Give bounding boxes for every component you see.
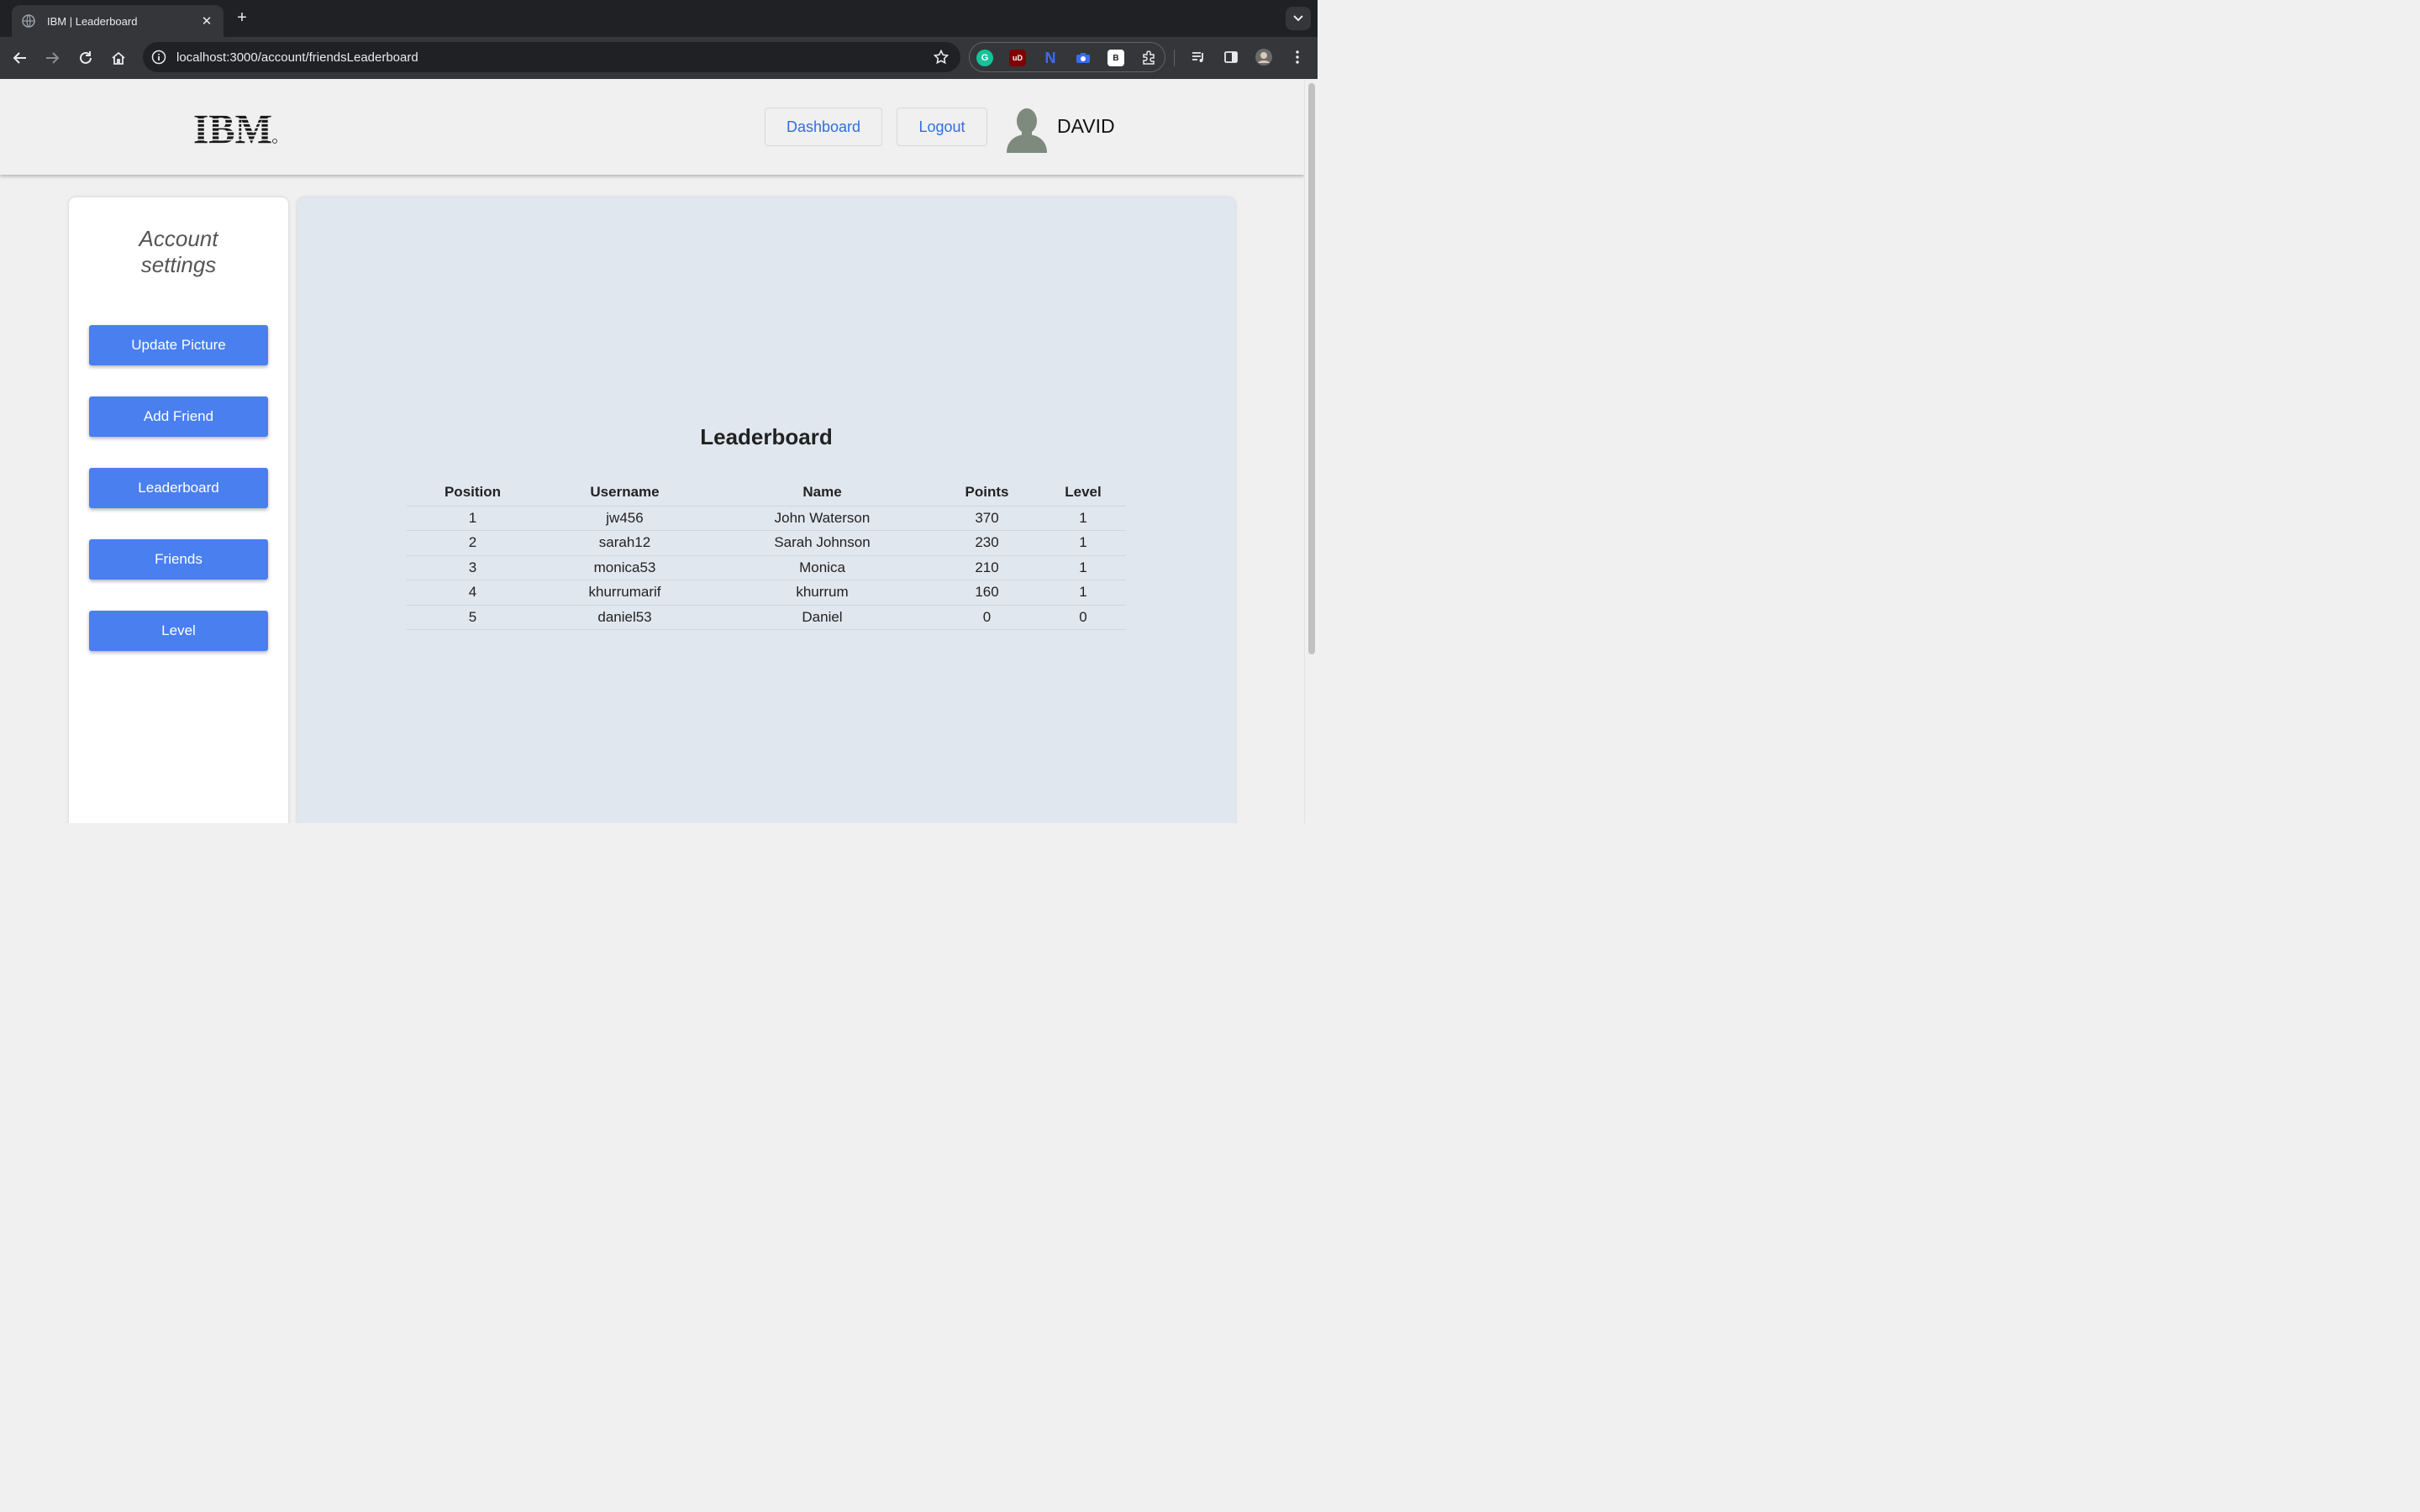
cell-level: 0 <box>1040 605 1126 630</box>
site-header: IBM Dashboard Logout DAVID <box>0 80 1304 175</box>
update-picture-button[interactable]: Update Picture <box>89 325 268 365</box>
page-viewport: IBM Dashboard Logout DAVID Account setti… <box>0 80 1318 823</box>
cell-level: 1 <box>1040 506 1126 531</box>
cell-points: 160 <box>934 580 1040 606</box>
cell-username: monica53 <box>539 555 711 580</box>
account-settings-panel: Account settings Update Picture Add Frie… <box>69 197 288 823</box>
table-row: 1 jw456 John Waterson 370 1 <box>407 506 1126 531</box>
page-scrollbar[interactable] <box>1304 80 1318 823</box>
logout-button[interactable]: Logout <box>897 108 987 146</box>
media-queue-icon[interactable] <box>1188 47 1208 67</box>
ublock-icon[interactable]: uD <box>1009 50 1026 66</box>
dashboard-button[interactable]: Dashboard <box>765 108 882 146</box>
bookmark-star-icon[interactable] <box>932 50 950 65</box>
friends-button[interactable]: Friends <box>89 539 268 580</box>
cell-name: Sarah Johnson <box>711 530 934 556</box>
tab-title: IBM | Leaderboard <box>47 14 138 28</box>
leaderboard-button[interactable]: Leaderboard <box>89 468 268 508</box>
cell-position: 5 <box>407 605 539 630</box>
browser-tab-strip: IBM | Leaderboard ✕ + <box>0 0 1318 37</box>
forward-icon[interactable] <box>41 47 63 69</box>
column-header-points: Points <box>934 480 1040 507</box>
table-row: 3 monica53 Monica 210 1 <box>407 555 1126 580</box>
table-row: 2 sarah12 Sarah Johnson 230 1 <box>407 530 1126 556</box>
extensions-puzzle-icon[interactable] <box>1140 50 1157 66</box>
toolbar-divider <box>1174 50 1175 66</box>
cell-name: khurrum <box>711 580 934 606</box>
table-row: 5 daniel53 Daniel 0 0 <box>407 605 1126 630</box>
column-header-username: Username <box>539 480 711 507</box>
b-extension-icon[interactable]: B <box>1107 50 1124 66</box>
grammarly-icon[interactable]: G <box>976 50 993 66</box>
table-row: 4 khurrumarif khurrum 160 1 <box>407 580 1126 606</box>
cell-username: khurrumarif <box>539 580 711 606</box>
cell-name: Monica <box>711 555 934 580</box>
leaderboard-table: Position Username Name Points Level 1 jw… <box>407 480 1126 630</box>
cell-level: 1 <box>1040 555 1126 580</box>
browser-tab[interactable]: IBM | Leaderboard ✕ <box>12 5 224 37</box>
cell-position: 4 <box>407 580 539 606</box>
cell-points: 230 <box>934 530 1040 556</box>
extensions-group: G uD N B <box>969 42 1165 72</box>
side-panel-icon[interactable] <box>1221 47 1241 67</box>
address-bar[interactable]: localhost:3000/account/friendsLeaderboar… <box>143 42 960 72</box>
account-settings-title: Account settings <box>139 226 218 277</box>
level-button[interactable]: Level <box>89 611 268 651</box>
new-tab-icon[interactable]: + <box>232 8 252 29</box>
scrollbar-thumb[interactable] <box>1308 83 1315 654</box>
browser-toolbar: localhost:3000/account/friendsLeaderboar… <box>0 37 1318 79</box>
cell-username: daniel53 <box>539 605 711 630</box>
cell-name: John Waterson <box>711 506 934 531</box>
profile-avatar-icon[interactable] <box>1254 47 1274 67</box>
svg-text:IBM: IBM <box>193 112 272 145</box>
camera-icon[interactable] <box>1075 50 1092 66</box>
cell-username: jw456 <box>539 506 711 531</box>
back-icon[interactable] <box>9 47 31 69</box>
cell-position: 3 <box>407 555 539 580</box>
cell-position: 2 <box>407 530 539 556</box>
cell-points: 370 <box>934 506 1040 531</box>
cell-username: sarah12 <box>539 530 711 556</box>
globe-icon <box>22 14 35 28</box>
avatar[interactable] <box>1005 106 1049 153</box>
site-info-icon[interactable] <box>151 50 166 65</box>
reload-icon[interactable] <box>75 47 97 69</box>
cell-points: 210 <box>934 555 1040 580</box>
add-friend-button[interactable]: Add Friend <box>89 396 268 437</box>
cell-position: 1 <box>407 506 539 531</box>
leaderboard-title: Leaderboard <box>700 424 833 449</box>
leaderboard-panel: Leaderboard Position Username Name Point… <box>297 197 1235 823</box>
column-header-level: Level <box>1040 480 1126 507</box>
cell-level: 1 <box>1040 580 1126 606</box>
url-text: localhost:3000/account/friendsLeaderboar… <box>176 50 418 65</box>
home-icon[interactable] <box>108 47 129 69</box>
tab-search-icon[interactable] <box>1286 7 1311 30</box>
column-header-name: Name <box>711 480 934 507</box>
table-header-row: Position Username Name Points Level <box>407 480 1126 507</box>
ibm-logo[interactable]: IBM <box>193 112 279 145</box>
column-header-position: Position <box>407 480 539 507</box>
cell-level: 1 <box>1040 530 1126 556</box>
n-extension-icon[interactable]: N <box>1042 50 1059 66</box>
username: DAVID <box>1057 115 1115 137</box>
cell-points: 0 <box>934 605 1040 630</box>
cell-name: Daniel <box>711 605 934 630</box>
browser-menu-icon[interactable] <box>1287 47 1307 67</box>
close-tab-icon[interactable]: ✕ <box>200 13 213 29</box>
